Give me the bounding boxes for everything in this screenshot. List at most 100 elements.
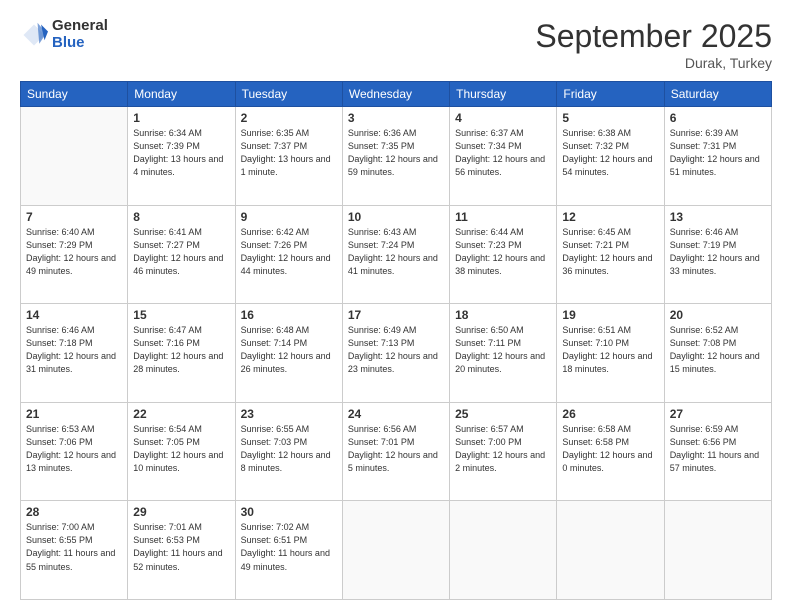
cell-info: Sunrise: 6:52 AMSunset: 7:08 PMDaylight:…	[670, 324, 766, 376]
day-number: 3	[348, 111, 444, 125]
cell-info: Sunrise: 6:51 AMSunset: 7:10 PMDaylight:…	[562, 324, 658, 376]
table-row: 17 Sunrise: 6:49 AMSunset: 7:13 PMDayligh…	[342, 304, 449, 403]
cell-info: Sunrise: 7:00 AMSunset: 6:55 PMDaylight:…	[26, 521, 122, 573]
cell-info: Sunrise: 6:43 AMSunset: 7:24 PMDaylight:…	[348, 226, 444, 278]
table-row: 18 Sunrise: 6:50 AMSunset: 7:11 PMDayligh…	[450, 304, 557, 403]
day-number: 19	[562, 308, 658, 322]
calendar-week-row: 28 Sunrise: 7:00 AMSunset: 6:55 PMDayligh…	[21, 501, 772, 600]
table-row	[557, 501, 664, 600]
header-tuesday: Tuesday	[235, 82, 342, 107]
table-row: 21 Sunrise: 6:53 AMSunset: 7:06 PMDayligh…	[21, 402, 128, 501]
cell-info: Sunrise: 6:53 AMSunset: 7:06 PMDaylight:…	[26, 423, 122, 475]
day-number: 1	[133, 111, 229, 125]
day-number: 2	[241, 111, 337, 125]
day-number: 7	[26, 210, 122, 224]
cell-info: Sunrise: 7:01 AMSunset: 6:53 PMDaylight:…	[133, 521, 229, 573]
table-row	[342, 501, 449, 600]
table-row: 24 Sunrise: 6:56 AMSunset: 7:01 PMDayligh…	[342, 402, 449, 501]
cell-info: Sunrise: 6:42 AMSunset: 7:26 PMDaylight:…	[241, 226, 337, 278]
header-saturday: Saturday	[664, 82, 771, 107]
cell-info: Sunrise: 6:40 AMSunset: 7:29 PMDaylight:…	[26, 226, 122, 278]
day-number: 12	[562, 210, 658, 224]
table-row: 29Sunrise: 7:01 AMSunset: 6:53 PMDayligh…	[128, 501, 235, 600]
calendar-week-row: 14 Sunrise: 6:46 AMSunset: 7:18 PMDayligh…	[21, 304, 772, 403]
table-row: 15 Sunrise: 6:47 AMSunset: 7:16 PMDayligh…	[128, 304, 235, 403]
day-number: 27	[670, 407, 766, 421]
header-sunday: Sunday	[21, 82, 128, 107]
cell-info: Sunrise: 6:54 AMSunset: 7:05 PMDaylight:…	[133, 423, 229, 475]
cell-info: Sunrise: 6:47 AMSunset: 7:16 PMDaylight:…	[133, 324, 229, 376]
table-row: 2 Sunrise: 6:35 AMSunset: 7:37 PMDaylight…	[235, 107, 342, 206]
cell-info: Sunrise: 6:59 AMSunset: 6:56 PMDaylight:…	[670, 423, 766, 475]
logo-text: General Blue	[52, 18, 108, 51]
logo-general-text: General	[52, 18, 108, 35]
day-number: 13	[670, 210, 766, 224]
table-row	[21, 107, 128, 206]
cell-info: Sunrise: 6:35 AMSunset: 7:37 PMDaylight:…	[241, 127, 337, 179]
day-number: 23	[241, 407, 337, 421]
day-number: 26	[562, 407, 658, 421]
day-number: 5	[562, 111, 658, 125]
header-friday: Friday	[557, 82, 664, 107]
header-monday: Monday	[128, 82, 235, 107]
table-row: 5 Sunrise: 6:38 AMSunset: 7:32 PMDaylight…	[557, 107, 664, 206]
day-number: 30	[241, 505, 337, 519]
table-row: 14 Sunrise: 6:46 AMSunset: 7:18 PMDayligh…	[21, 304, 128, 403]
logo-icon	[20, 21, 48, 49]
cell-info: Sunrise: 6:46 AMSunset: 7:18 PMDaylight:…	[26, 324, 122, 376]
table-row: 11 Sunrise: 6:44 AMSunset: 7:23 PMDayligh…	[450, 205, 557, 304]
day-number: 24	[348, 407, 444, 421]
cell-info: Sunrise: 6:46 AMSunset: 7:19 PMDaylight:…	[670, 226, 766, 278]
logo: General Blue	[20, 18, 108, 51]
cell-info: Sunrise: 6:55 AMSunset: 7:03 PMDaylight:…	[241, 423, 337, 475]
day-number: 21	[26, 407, 122, 421]
day-number: 18	[455, 308, 551, 322]
day-number: 9	[241, 210, 337, 224]
cell-info: Sunrise: 6:56 AMSunset: 7:01 PMDaylight:…	[348, 423, 444, 475]
table-row: 6 Sunrise: 6:39 AMSunset: 7:31 PMDaylight…	[664, 107, 771, 206]
table-row: 23 Sunrise: 6:55 AMSunset: 7:03 PMDayligh…	[235, 402, 342, 501]
table-row: 22Sunrise: 6:54 AMSunset: 7:05 PMDayligh…	[128, 402, 235, 501]
calendar-body: 1 Sunrise: 6:34 AMSunset: 7:39 PMDaylight…	[21, 107, 772, 600]
cell-info: Sunrise: 6:36 AMSunset: 7:35 PMDaylight:…	[348, 127, 444, 179]
table-row: 19 Sunrise: 6:51 AMSunset: 7:10 PMDayligh…	[557, 304, 664, 403]
table-row: 1 Sunrise: 6:34 AMSunset: 7:39 PMDaylight…	[128, 107, 235, 206]
table-row: 9 Sunrise: 6:42 AMSunset: 7:26 PMDaylight…	[235, 205, 342, 304]
calendar-week-row: 7 Sunrise: 6:40 AMSunset: 7:29 PMDaylight…	[21, 205, 772, 304]
table-row: 10 Sunrise: 6:43 AMSunset: 7:24 PMDayligh…	[342, 205, 449, 304]
day-number: 4	[455, 111, 551, 125]
day-number: 6	[670, 111, 766, 125]
table-row: 30 Sunrise: 7:02 AMSunset: 6:51 PMDayligh…	[235, 501, 342, 600]
calendar-table: Sunday Monday Tuesday Wednesday Thursday…	[20, 81, 772, 600]
month-title: September 2025	[535, 18, 772, 55]
day-number: 11	[455, 210, 551, 224]
table-row: 28 Sunrise: 7:00 AMSunset: 6:55 PMDayligh…	[21, 501, 128, 600]
calendar-week-row: 1 Sunrise: 6:34 AMSunset: 7:39 PMDaylight…	[21, 107, 772, 206]
cell-info: Sunrise: 6:48 AMSunset: 7:14 PMDaylight:…	[241, 324, 337, 376]
day-number: 20	[670, 308, 766, 322]
day-number: 10	[348, 210, 444, 224]
day-number: 28	[26, 505, 122, 519]
table-row: 26 Sunrise: 6:58 AMSunset: 6:58 PMDayligh…	[557, 402, 664, 501]
table-row: 20 Sunrise: 6:52 AMSunset: 7:08 PMDayligh…	[664, 304, 771, 403]
day-number: 16	[241, 308, 337, 322]
cell-info: Sunrise: 6:34 AMSunset: 7:39 PMDaylight:…	[133, 127, 229, 179]
cell-info: Sunrise: 6:39 AMSunset: 7:31 PMDaylight:…	[670, 127, 766, 179]
table-row: 4Sunrise: 6:37 AMSunset: 7:34 PMDaylight…	[450, 107, 557, 206]
day-number: 25	[455, 407, 551, 421]
day-number: 15	[133, 308, 229, 322]
day-number: 14	[26, 308, 122, 322]
title-block: September 2025 Durak, Turkey	[535, 18, 772, 71]
cell-info: Sunrise: 6:49 AMSunset: 7:13 PMDaylight:…	[348, 324, 444, 376]
cell-info: Sunrise: 6:58 AMSunset: 6:58 PMDaylight:…	[562, 423, 658, 475]
day-number: 17	[348, 308, 444, 322]
day-number: 8	[133, 210, 229, 224]
cell-info: Sunrise: 6:38 AMSunset: 7:32 PMDaylight:…	[562, 127, 658, 179]
cell-info: Sunrise: 6:45 AMSunset: 7:21 PMDaylight:…	[562, 226, 658, 278]
table-row	[664, 501, 771, 600]
cell-info: Sunrise: 6:50 AMSunset: 7:11 PMDaylight:…	[455, 324, 551, 376]
cell-info: Sunrise: 7:02 AMSunset: 6:51 PMDaylight:…	[241, 521, 337, 573]
table-row: 16 Sunrise: 6:48 AMSunset: 7:14 PMDayligh…	[235, 304, 342, 403]
cell-info: Sunrise: 6:41 AMSunset: 7:27 PMDaylight:…	[133, 226, 229, 278]
cell-info: Sunrise: 6:44 AMSunset: 7:23 PMDaylight:…	[455, 226, 551, 278]
